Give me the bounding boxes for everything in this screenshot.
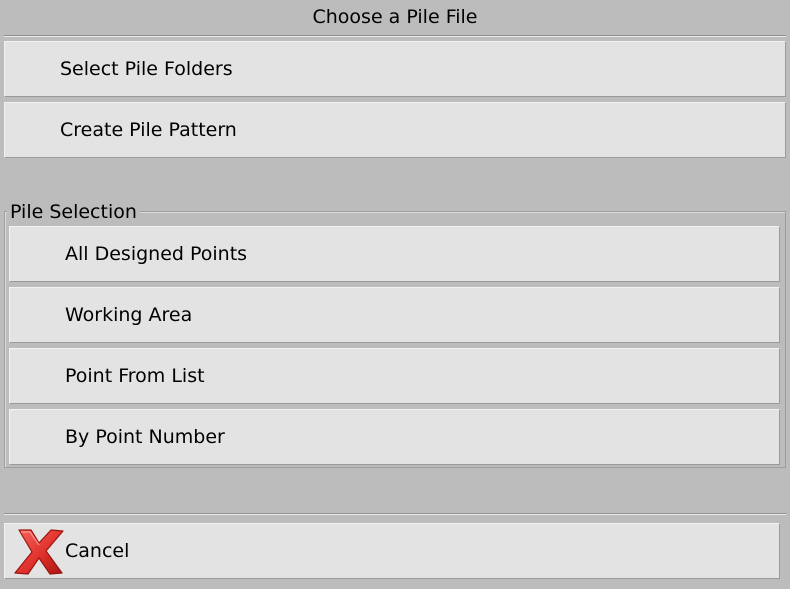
cancel-button[interactable]: Cancel bbox=[4, 523, 780, 579]
pile-selection-label: Pile Selection bbox=[7, 200, 140, 224]
working-area-button[interactable]: Working Area bbox=[9, 287, 780, 343]
working-area-label: Working Area bbox=[65, 304, 193, 326]
title-divider bbox=[4, 35, 786, 37]
create-pile-pattern-label: Create Pile Pattern bbox=[60, 119, 237, 141]
all-designed-points-button[interactable]: All Designed Points bbox=[9, 226, 780, 282]
select-pile-folders-button[interactable]: Select Pile Folders bbox=[4, 41, 786, 97]
by-point-number-label: By Point Number bbox=[65, 426, 225, 448]
point-from-list-button[interactable]: Point From List bbox=[9, 348, 780, 404]
point-from-list-label: Point From List bbox=[65, 365, 205, 387]
by-point-number-button[interactable]: By Point Number bbox=[9, 409, 780, 465]
red-x-icon bbox=[13, 528, 65, 576]
all-designed-points-label: All Designed Points bbox=[65, 243, 248, 265]
dialog-title: Choose a Pile File bbox=[312, 6, 478, 28]
create-pile-pattern-button[interactable]: Create Pile Pattern bbox=[4, 102, 786, 158]
footer-divider bbox=[4, 513, 786, 515]
select-pile-folders-label: Select Pile Folders bbox=[60, 58, 233, 80]
cancel-label: Cancel bbox=[65, 540, 130, 562]
